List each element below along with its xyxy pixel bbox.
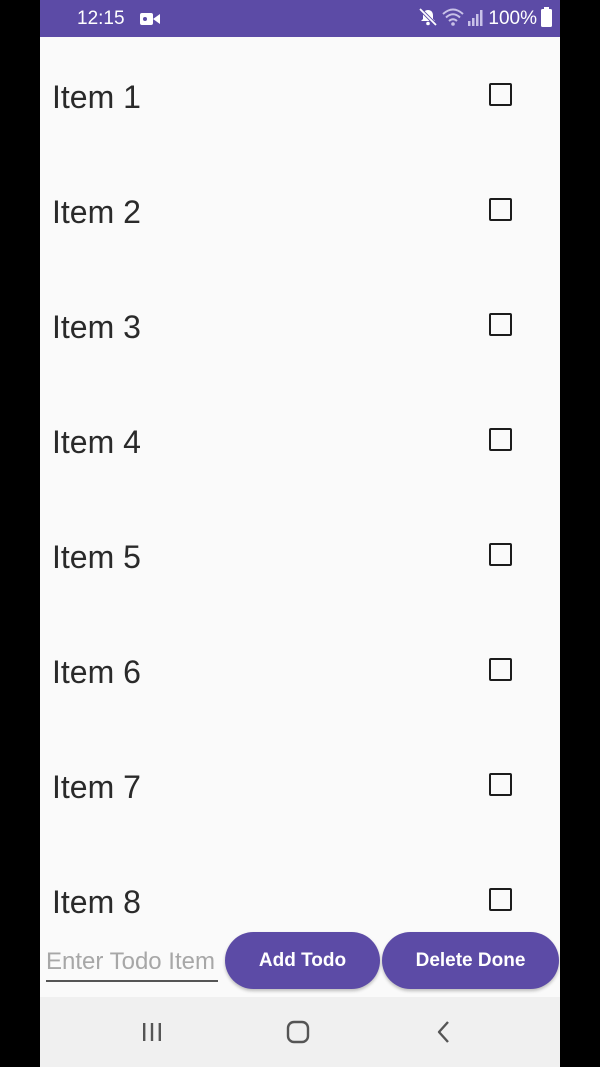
video-camera-icon (140, 11, 160, 27)
todo-checkbox[interactable] (489, 428, 512, 451)
status-icons: 100% (418, 6, 552, 32)
home-icon[interactable] (283, 1017, 313, 1047)
todo-checkbox[interactable] (489, 313, 512, 336)
battery-icon (541, 6, 552, 32)
list-item: Item 7 (40, 727, 560, 842)
todo-checkbox[interactable] (489, 543, 512, 566)
system-nav-bar (40, 997, 560, 1067)
todo-item-label: Item 7 (52, 769, 141, 805)
back-icon[interactable] (429, 1017, 459, 1047)
todo-input-bar: Add Todo Delete Done (40, 930, 560, 995)
delete-done-button[interactable]: Delete Done (382, 932, 559, 989)
mute-icon (418, 7, 438, 32)
todo-item-label: Item 2 (52, 194, 141, 230)
status-bar: 12:15 100% (40, 0, 560, 37)
todo-checkbox[interactable] (489, 773, 512, 796)
todo-checkbox[interactable] (489, 198, 512, 221)
add-todo-button[interactable]: Add Todo (225, 932, 380, 989)
signal-icon (468, 8, 484, 31)
todo-checkbox[interactable] (489, 888, 512, 911)
list-item: Item 1 (40, 37, 560, 152)
todo-item-label: Item 1 (52, 79, 141, 115)
list-item: Item 3 (40, 267, 560, 382)
wifi-icon (442, 8, 465, 31)
battery-percent: 100% (488, 8, 537, 29)
todo-item-label: Item 4 (52, 424, 141, 460)
todo-checkbox[interactable] (489, 83, 512, 106)
app-screen: 12:15 100% Item 1 Item 2 Item 3 Item 4 I… (40, 0, 560, 1067)
list-item: Item 5 (40, 497, 560, 612)
todo-item-label: Item 5 (52, 539, 141, 575)
list-item: Item 4 (40, 382, 560, 497)
todo-input[interactable] (46, 944, 218, 982)
list-item: Item 2 (40, 152, 560, 267)
status-time: 12:15 (77, 8, 125, 29)
list-item: Item 6 (40, 612, 560, 727)
todo-item-label: Item 6 (52, 654, 141, 690)
recent-apps-icon[interactable] (137, 1017, 167, 1047)
todo-item-label: Item 8 (52, 884, 141, 920)
todo-item-label: Item 3 (52, 309, 141, 345)
todo-checkbox[interactable] (489, 658, 512, 681)
